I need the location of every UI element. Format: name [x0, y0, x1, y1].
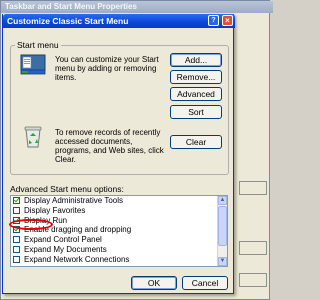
- option-label: Display Favorites: [24, 205, 86, 215]
- scroll-up-icon[interactable]: ▲: [218, 196, 227, 205]
- taskbar-start-menu-icon: [20, 54, 46, 76]
- advanced-options-label: Advanced Start menu options:: [10, 184, 124, 194]
- dialog-title-text: Customize Classic Start Menu: [7, 16, 129, 26]
- checkbox[interactable]: [13, 216, 20, 224]
- advanced-options-list[interactable]: Display Administrative Tools Display Fav…: [10, 195, 228, 267]
- customize-classic-start-menu-dialog: Customize Classic Start Menu ? × Start m…: [2, 14, 235, 294]
- checkbox[interactable]: [13, 245, 20, 253]
- scroll-down-icon[interactable]: ▼: [218, 257, 227, 266]
- sort-button[interactable]: Sort: [170, 105, 222, 119]
- add-button[interactable]: Add...: [170, 53, 222, 67]
- checkbox[interactable]: [13, 255, 20, 263]
- option-label: Enable dragging and dropping: [24, 225, 132, 235]
- option-label: Expand Control Panel: [24, 235, 102, 245]
- list-item[interactable]: Expand My Documents: [11, 245, 227, 255]
- list-item[interactable]: Expand Control Panel: [11, 235, 227, 245]
- start-menu-group-label: Start menu: [15, 40, 61, 50]
- parent-side-button-3[interactable]: [239, 273, 267, 287]
- list-item[interactable]: Expand Network Connections: [11, 255, 227, 265]
- checkbox[interactable]: [13, 236, 20, 244]
- list-item[interactable]: Enable dragging and dropping: [11, 225, 227, 235]
- option-label: Display Administrative Tools: [24, 196, 124, 205]
- scrollbar-thumb[interactable]: [218, 206, 227, 246]
- checkbox[interactable]: [13, 197, 20, 204]
- list-item[interactable]: Display Favorites: [11, 206, 227, 216]
- option-label: Expand Network Connections: [24, 254, 130, 264]
- parent-window-title: Taskbar and Start Menu Properties: [1, 1, 273, 13]
- dialog-title: Customize Classic Start Menu ? ×: [3, 14, 235, 28]
- option-label: Display Run: [24, 215, 68, 225]
- list-item[interactable]: Display Administrative Tools: [11, 196, 227, 206]
- parent-side-button-2[interactable]: [239, 241, 267, 255]
- close-icon[interactable]: ×: [222, 15, 233, 26]
- checkbox[interactable]: [13, 206, 20, 214]
- clear-description: To remove records of recently accessed d…: [55, 128, 164, 164]
- customize-description: You can customize your Start menu by add…: [55, 55, 159, 82]
- list-item[interactable]: Display Run: [11, 216, 227, 226]
- ok-button[interactable]: OK: [131, 276, 177, 290]
- cancel-button[interactable]: Cancel: [182, 276, 228, 290]
- option-label: Expand My Documents: [24, 244, 107, 254]
- help-icon[interactable]: ?: [208, 15, 219, 26]
- clear-button[interactable]: Clear: [170, 135, 222, 149]
- checkbox[interactable]: [13, 226, 20, 234]
- parent-side-button-1[interactable]: [239, 181, 267, 195]
- vertical-scrollbar[interactable]: ▲ ▼: [217, 196, 227, 266]
- recycle-bin-icon: [23, 124, 43, 148]
- remove-button[interactable]: Remove...: [170, 70, 222, 84]
- advanced-button[interactable]: Advanced: [170, 87, 222, 101]
